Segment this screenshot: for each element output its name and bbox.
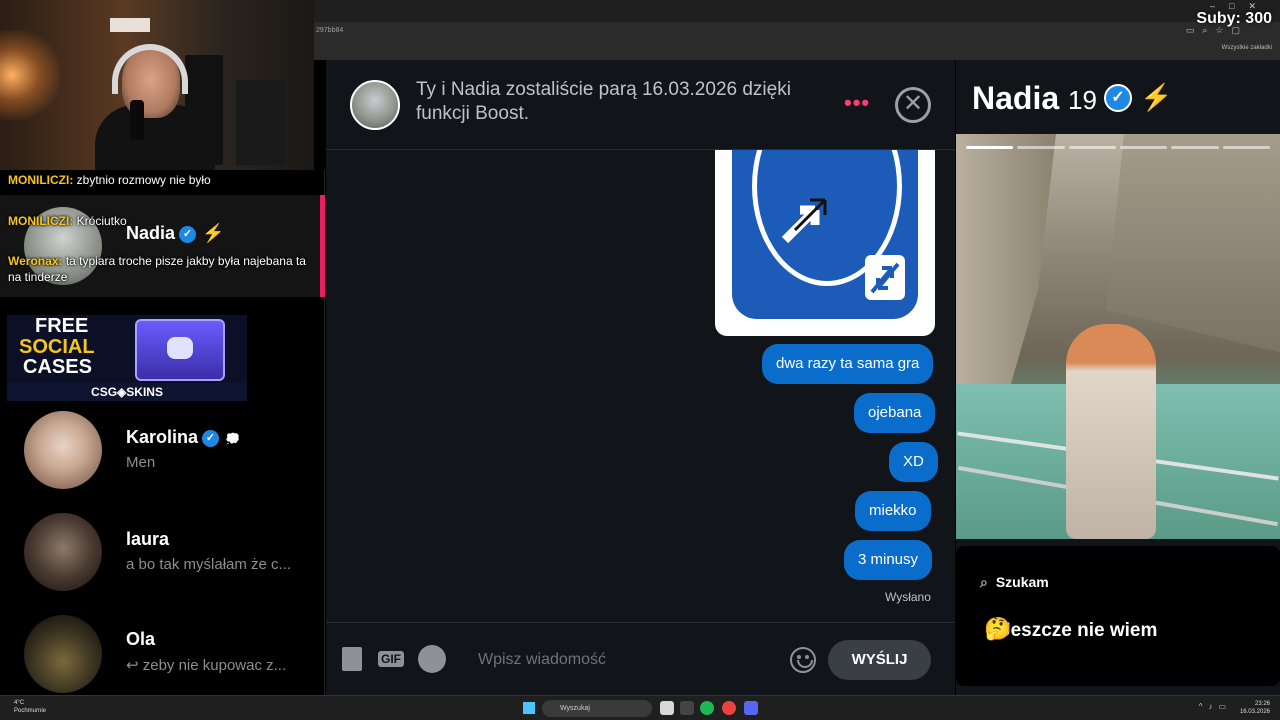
promo-banner: FREE SOCIAL CASES CSG◈SKINS (7, 315, 247, 401)
case-box-image (135, 319, 225, 381)
match-avatar[interactable] (350, 80, 400, 130)
search-icon: ⌕ (980, 574, 988, 590)
looking-for-value: 🤔 Jeszcze nie wiem (984, 616, 1158, 641)
clock[interactable]: 23:26 16.03.2026 (1240, 700, 1270, 716)
message-status: Wysłano (885, 590, 931, 604)
emoji-icon[interactable] (790, 647, 816, 673)
match-row-karolina[interactable]: Karolina ✓ 💭 Men (0, 399, 320, 501)
settings-icon[interactable] (680, 701, 694, 715)
promo-line: FREE (35, 315, 89, 337)
profile-photo[interactable] (956, 134, 1280, 539)
match-name: Karolina ✓ 💭 (126, 427, 240, 447)
task-view-icon[interactable] (660, 701, 674, 715)
profile-name: Nadia 19 (972, 80, 1097, 116)
browser-tab-strip (314, 0, 1280, 22)
match-row-ola[interactable]: Ola ↩ zeby nie kupowac z... (0, 603, 320, 705)
promo-line: SOCIAL (19, 336, 95, 358)
chat-panel: Ty i Nadia zostaliście parą 16.03.2026 d… (326, 60, 955, 695)
discord-icon[interactable] (744, 701, 758, 715)
boost-bolt-icon: ⚡ (1140, 82, 1173, 112)
webcam-overlay (0, 0, 314, 170)
looking-for-label: ⌕ Szukam (980, 574, 1049, 590)
match-name: Ola (126, 629, 156, 649)
discord-icon (167, 337, 193, 359)
message-bubble[interactable]: XD (889, 442, 938, 482)
send-button[interactable]: WYŚLIJ (828, 640, 931, 680)
wave-icon: 💭 (225, 432, 240, 446)
all-bookmarks-link[interactable]: Wszystkie zakładki (1222, 45, 1272, 51)
spotify-icon[interactable] (418, 645, 446, 673)
avatar (24, 411, 102, 489)
message-bubble[interactable]: dwa razy ta sama gra (762, 344, 934, 384)
avatar (24, 513, 102, 591)
chat-header: Ty i Nadia zostaliście parą 16.03.2026 d… (326, 60, 955, 150)
stream-chat-message: MONILICZI: zbytnio rozmowy nie było (8, 173, 211, 187)
reverse-arrows-small-icon (865, 255, 905, 300)
taskbar-search[interactable]: Wyszukaj (542, 700, 652, 717)
photo-progress-bars (966, 146, 1270, 149)
message-bubble[interactable]: miekko (855, 491, 931, 531)
match-last-message: ↩ zeby nie kupowac z... (126, 657, 287, 674)
close-chat-button[interactable]: ✕ (895, 87, 931, 123)
message-composer: GIF Wpisz wiadomość WYŚLIJ (326, 622, 955, 695)
active-indicator (320, 195, 325, 297)
weather-widget[interactable]: 4°C Pochmurnie (14, 699, 46, 715)
match-last-message: a bo tak myślałam że c... (126, 556, 292, 573)
chrome-icon[interactable] (722, 701, 736, 715)
message-bubble[interactable]: 3 minusy (844, 540, 933, 580)
match-info-text: Ty i Nadia zostaliście parą 16.03.2026 d… (416, 79, 791, 124)
subs-counter: Suby: 300 (1196, 10, 1272, 27)
message-input[interactable]: Wpisz wiadomość (478, 651, 606, 669)
profile-age: 19 (1068, 85, 1097, 115)
gif-button[interactable]: GIF (378, 651, 404, 667)
avatar (24, 615, 102, 693)
match-last-message: Men (126, 454, 156, 471)
thinking-emoji-icon: 🤔 (984, 616, 1012, 641)
start-button[interactable] (523, 702, 535, 714)
promo-line: CASES (23, 356, 92, 378)
uno-reverse-card-image (715, 150, 935, 336)
taskbar: 4°C Pochmurnie Wyszukaj ^♪▭ 23:26 16.03.20… (0, 695, 1280, 720)
system-tray[interactable]: ^♪▭ (1199, 702, 1232, 711)
promo-brand: CSG◈SKINS (7, 383, 247, 401)
address-bar[interactable]: 297bb84 ▭ ⌕ ☆ ▢ (314, 22, 1280, 40)
bookmarks-bar: Wszystkie zakładki (314, 40, 1280, 60)
stream-chat-message: MONILICZI: Króciutko (8, 214, 127, 228)
contact-card-icon[interactable] (342, 647, 362, 671)
match-name: laura (126, 529, 170, 549)
cast-icon[interactable]: ▭ (1186, 25, 1195, 36)
verified-icon: ✓ (1104, 84, 1132, 112)
message-bubble[interactable]: ojebana (854, 393, 936, 433)
verified-icon: ✓ (202, 429, 220, 447)
reverse-arrows-icon (781, 198, 827, 244)
spotify-taskbar-icon[interactable] (700, 701, 714, 715)
stream-chat-message: Weronax: ta typiara troche pisze jakby b… (8, 254, 306, 284)
more-options-icon[interactable]: ••• (844, 90, 870, 116)
url-text: 297bb84 (316, 27, 344, 34)
match-row-laura[interactable]: laura a bo tak myślałam że c... (0, 501, 320, 603)
looking-for-section: ⌕ Szukam 🤔 Jeszcze nie wiem (956, 546, 1280, 686)
profile-panel: Nadia 19 ✓ ⚡ ⌕ Szukam 🤔 Jeszcze nie wiem (956, 60, 1280, 695)
